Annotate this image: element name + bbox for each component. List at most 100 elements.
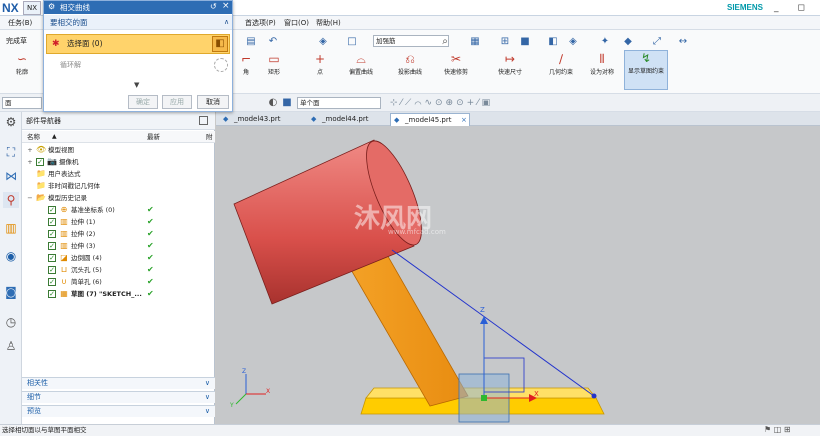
visibility-checkbox[interactable]: ✓: [48, 266, 56, 274]
selection-scope[interactable]: 单个面: [297, 97, 381, 109]
menu-task[interactable]: 任务(B): [8, 16, 32, 30]
ok-button[interactable]: 确定: [128, 95, 158, 109]
clock-icon[interactable]: ◷: [3, 314, 19, 330]
tree-row[interactable]: ✓ ▦ 草图 (7) "SKETCH_... ✔: [22, 288, 215, 300]
panel-preview[interactable]: 预览 ∨: [22, 405, 215, 417]
visibility-checkbox[interactable]: ✓: [48, 290, 56, 298]
snap-point-icons[interactable]: ⊹⁄⟋⌒∿⊙⊕⊙+⁄▣: [390, 97, 493, 109]
cube-icon[interactable]: ■: [518, 36, 532, 48]
menu-window[interactable]: 窗口(O): [284, 16, 309, 30]
snap-icon[interactable]: ✦: [598, 36, 612, 48]
select-all-icon[interactable]: ◐: [266, 97, 280, 109]
settings-icon[interactable]: ⚙: [3, 114, 19, 130]
visibility-checkbox[interactable]: ✓: [48, 242, 56, 250]
select-face[interactable]: 选择面 (0): [46, 34, 230, 54]
cancel-button[interactable]: 取消: [197, 95, 229, 109]
tree-row[interactable]: ✓ ▥ 拉伸 (3) ✔: [22, 240, 215, 252]
reuse-library-icon[interactable]: ▥: [3, 220, 19, 236]
body-icon[interactable]: ■: [280, 97, 294, 109]
section-faces[interactable]: 要相交的面: [44, 15, 232, 30]
constraint-navigator-icon[interactable]: ⋈: [3, 168, 19, 184]
roles-icon[interactable]: ♙: [3, 338, 19, 354]
expander-icon[interactable]: +: [26, 156, 34, 168]
loop-solution[interactable]: 循环解: [46, 56, 230, 74]
project-curve-icon: ⎌: [405, 52, 415, 66]
orient-icon[interactable]: ◈: [316, 36, 330, 48]
chevron-up-icon[interactable]: ∧: [224, 18, 229, 26]
reset-icon[interactable]: ↺: [210, 2, 217, 11]
menu-preferences[interactable]: 首选项(P): [245, 16, 276, 30]
menu-help[interactable]: 帮助(H): [316, 16, 341, 30]
tree-row[interactable]: ✓ ▥ 拉伸 (1) ✔: [22, 216, 215, 228]
profile-button[interactable]: ∽ 轮廓: [0, 52, 44, 77]
expander-icon[interactable]: −: [26, 192, 34, 204]
offset-curve-button[interactable]: ⌓ 偏置曲线: [339, 52, 383, 77]
tree-row[interactable]: ✓ ⊔ 沉头孔 (5) ✔: [22, 264, 215, 276]
finish-sketch-button[interactable]: 完成草: [6, 36, 27, 46]
history-icon[interactable]: ◙: [3, 284, 19, 300]
tree-row[interactable]: ✓ ⊕ 基准坐标系 (0) ✔: [22, 204, 215, 216]
tab-model45[interactable]: ◆ _model45.prt ×: [390, 113, 470, 126]
assembly-navigator-icon[interactable]: ⛶: [3, 144, 19, 160]
apply-button[interactable]: 应用: [162, 95, 192, 109]
tree-row[interactable]: + 👁 模型视图: [22, 144, 215, 156]
app-tab[interactable]: NX: [23, 1, 41, 15]
feature-icon: ▥: [60, 241, 68, 250]
dimension-icon: ↦: [504, 52, 516, 66]
status-icons[interactable]: ⚑ ◫ ⊞: [764, 425, 791, 434]
view-icon[interactable]: ◈: [566, 36, 580, 48]
tab-model44[interactable]: ◆ _model44.prt: [308, 113, 386, 126]
analysis-icon[interactable]: ◆: [621, 36, 635, 48]
shade-icon[interactable]: □: [345, 36, 359, 48]
make-symmetric-button[interactable]: ⫴ 设为对称: [580, 52, 624, 77]
col-latest[interactable]: 最新: [147, 131, 160, 143]
tree-row[interactable]: − 📂 模型历史记录: [22, 192, 215, 204]
grid-icon[interactable]: ⊞: [498, 36, 512, 48]
maximize-icon[interactable]: [199, 116, 208, 125]
tree-row[interactable]: ✓ ◪ 边倒圆 (4) ✔: [22, 252, 215, 264]
tab-model43[interactable]: ◆ _model43.prt: [220, 113, 300, 126]
loop-icon[interactable]: [214, 58, 228, 72]
expander-icon[interactable]: +: [26, 144, 34, 156]
display-icon[interactable]: ◧: [546, 36, 560, 48]
tree-row[interactable]: 📁 非时间戳记几何体: [22, 180, 215, 192]
dimension-icon[interactable]: ↔: [676, 36, 690, 48]
face-select-icon[interactable]: ◧: [212, 36, 228, 52]
close-icon[interactable]: ×: [222, 1, 230, 11]
show-sketch-constraints-button[interactable]: ↯ 显示草图约束: [624, 50, 668, 90]
paste-icon[interactable]: ▤: [244, 36, 258, 48]
rectangle-button[interactable]: ▭ 矩形: [252, 52, 296, 77]
visibility-checkbox[interactable]: ✓: [48, 218, 56, 226]
panel-details[interactable]: 细节 ∨: [22, 391, 215, 403]
project-curve-button[interactable]: ⎌ 投影曲线: [388, 52, 432, 77]
visibility-checkbox[interactable]: ✓: [36, 158, 44, 166]
tree-row[interactable]: 📁 用户表达式: [22, 168, 215, 180]
visibility-checkbox[interactable]: ✓: [48, 230, 56, 238]
rapid-dimension-button[interactable]: ↦ 快速尺寸: [488, 52, 532, 77]
layer-icon[interactable]: ▦: [468, 36, 482, 48]
measure-icon[interactable]: ⤢: [650, 36, 664, 48]
gear-icon[interactable]: ⚙: [48, 2, 55, 11]
part-navigator-icon[interactable]: ⚲: [3, 192, 19, 208]
visibility-checkbox[interactable]: ✓: [48, 278, 56, 286]
tree-row[interactable]: + ✓ 📷 摄像机: [22, 156, 215, 168]
point-button[interactable]: + 点: [298, 52, 342, 77]
expand-arrow-icon[interactable]: ▼: [134, 81, 139, 89]
panel-dependencies[interactable]: 相关性 ∨: [22, 377, 215, 389]
search-icon[interactable]: ⌕: [438, 36, 452, 48]
geometric-constraints-button[interactable]: ∕ 几何约束: [539, 52, 583, 77]
quick-trim-button[interactable]: ✂ 快速修剪: [434, 52, 478, 77]
visibility-checkbox[interactable]: ✓: [48, 254, 56, 262]
graphics-window[interactable]: 沐风网 www.mfcad.com Z X Z X Y: [216, 126, 820, 424]
col-name[interactable]: 名称: [27, 131, 40, 143]
tree-row[interactable]: ✓ ▥ 拉伸 (2) ✔: [22, 228, 215, 240]
show-constraints-icon: ↯: [640, 51, 652, 65]
type-filter[interactable]: 面: [2, 97, 42, 109]
undo-icon[interactable]: ↶: [266, 36, 280, 48]
close-icon[interactable]: ×: [461, 114, 467, 126]
tree-row[interactable]: ✓ ∪ 简单孔 (6) ✔: [22, 276, 215, 288]
visibility-checkbox[interactable]: ✓: [48, 206, 56, 214]
col-extra[interactable]: 附: [206, 131, 213, 143]
trim-icon: ✂: [450, 52, 462, 66]
web-browser-icon[interactable]: ◉: [3, 248, 19, 264]
